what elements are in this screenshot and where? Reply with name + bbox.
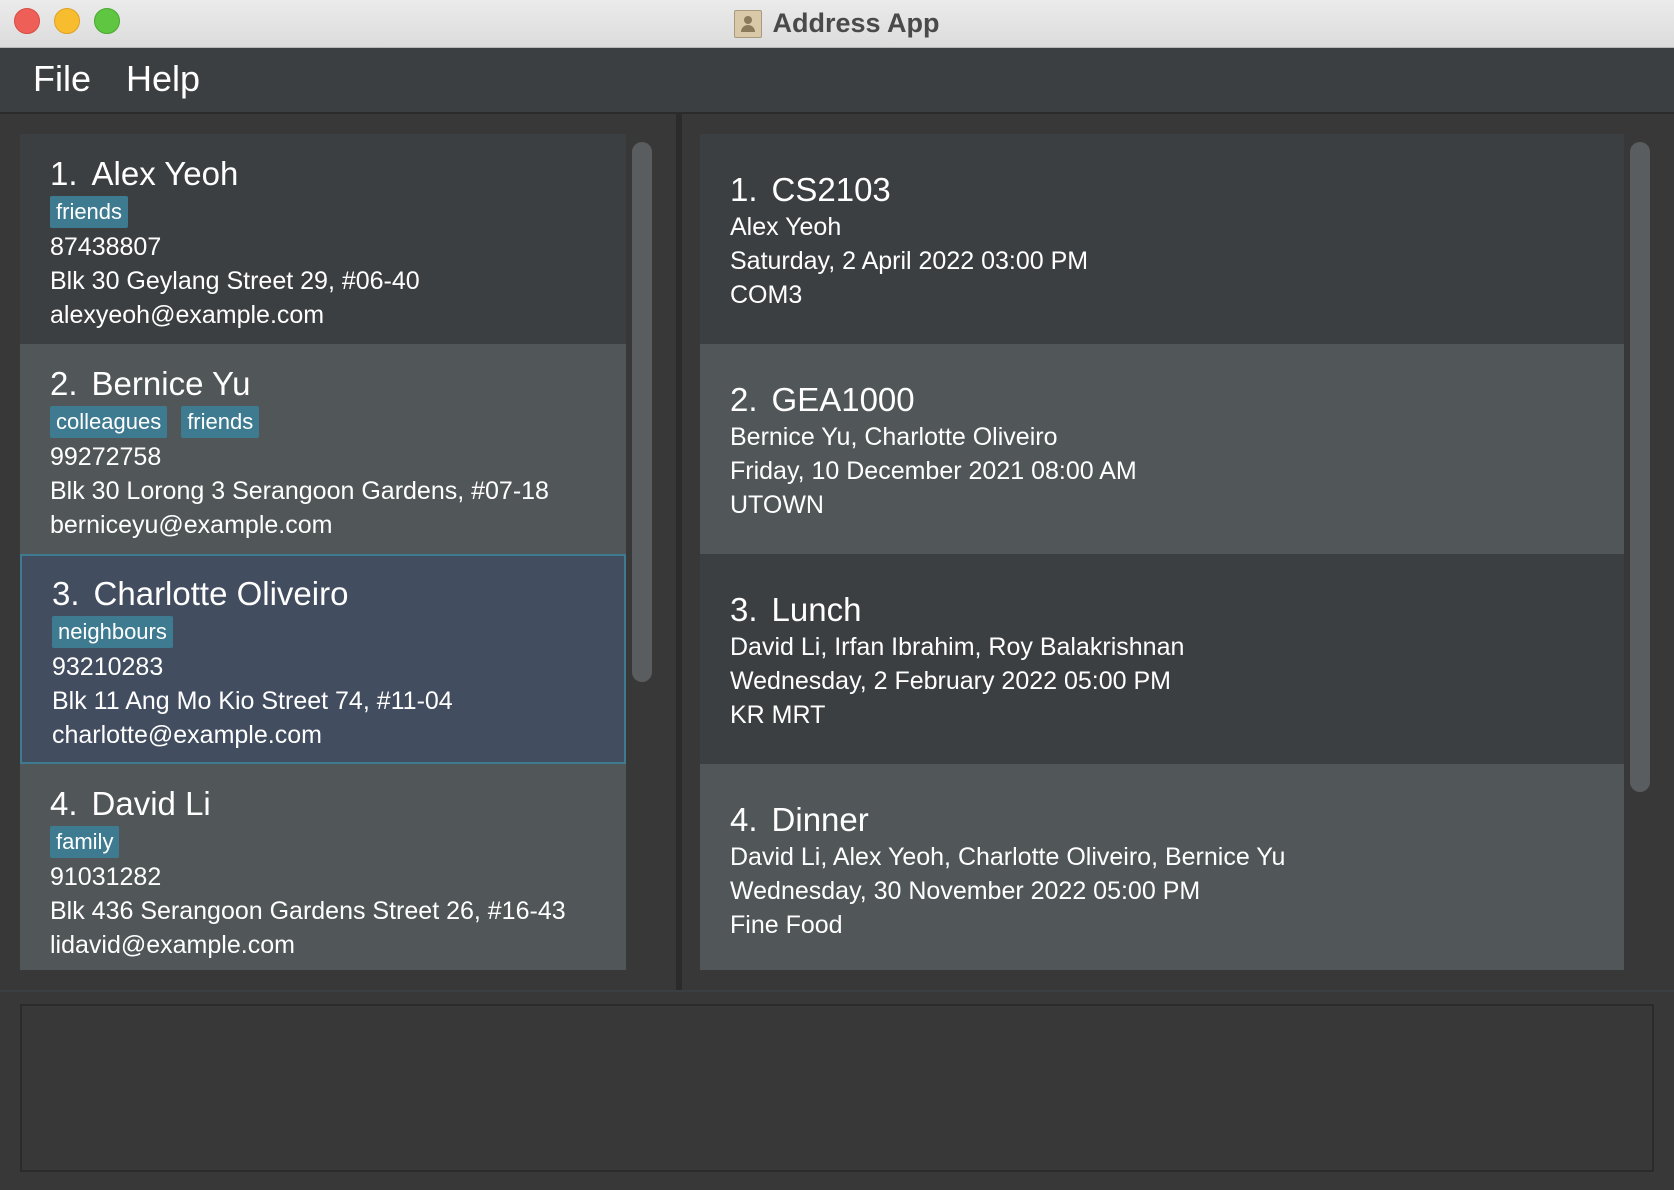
event-datetime: Friday, 10 December 2021 08:00 AM (730, 457, 1137, 485)
event-list[interactable]: 1. CS2103 Alex Yeoh Saturday, 2 April 202… (700, 134, 1624, 970)
event-datetime: Saturday, 2 April 2022 03:00 PM (730, 247, 1089, 275)
person-email: berniceyu@example.com (50, 511, 333, 539)
event-card[interactable]: 1. CS2103 Alex Yeoh Saturday, 2 April 202… (700, 134, 1624, 344)
event-location: UTOWN (730, 491, 824, 519)
result-panel (0, 992, 1674, 1190)
person-index: 4. (50, 785, 78, 822)
event-participants: David Li, Alex Yeoh, Charlotte Oliveiro,… (730, 843, 1286, 871)
event-location: Fine Food (730, 911, 843, 939)
event-list-scroll-thumb[interactable] (1630, 142, 1650, 792)
address-book-icon (734, 9, 763, 38)
person-card[interactable]: 1. Alex Yeoh friends 87438807 Blk 30 Geyl… (20, 134, 626, 344)
person-list-panel: 1. Alex Yeoh friends 87438807 Blk 30 Geyl… (0, 114, 676, 990)
event-location: COM3 (730, 281, 803, 309)
person-tag: friends (181, 406, 260, 438)
event-index: 1. (730, 171, 758, 208)
person-name: Alex Yeoh (91, 155, 239, 192)
event-card[interactable]: 3. Lunch David Li, Irfan Ibrahim, Roy Bal… (700, 554, 1624, 764)
event-title: Dinner (771, 801, 869, 838)
event-index: 4. (730, 801, 758, 838)
person-phone: 91031282 (50, 863, 162, 891)
person-index: 2. (50, 365, 78, 402)
event-participants: Alex Yeoh (730, 213, 842, 241)
event-list-panel: 1. CS2103 Alex Yeoh Saturday, 2 April 202… (682, 114, 1674, 990)
person-phone: 99272758 (50, 443, 162, 471)
menu-help[interactable]: Help (126, 58, 200, 100)
result-display[interactable] (20, 1004, 1654, 1172)
person-index: 1. (50, 155, 78, 192)
event-card[interactable]: 2. GEA1000 Bernice Yu, Charlotte Oliveiro… (700, 344, 1624, 554)
window-title: Address App (772, 8, 940, 38)
person-name: Bernice Yu (91, 365, 251, 402)
event-datetime: Wednesday, 30 November 2022 05:00 PM (730, 877, 1201, 905)
event-list-scrollbar[interactable] (1630, 142, 1650, 792)
event-participants: David Li, Irfan Ibrahim, Roy Balakrishna… (730, 633, 1185, 661)
person-card[interactable]: 4. David Li family 91031282 Blk 436 Seran… (20, 764, 626, 970)
event-index: 3. (730, 591, 758, 628)
person-list[interactable]: 1. Alex Yeoh friends 87438807 Blk 30 Geyl… (20, 134, 626, 970)
event-datetime: Wednesday, 2 February 2022 05:00 PM (730, 667, 1172, 695)
person-tag: friends (50, 196, 129, 228)
person-address: Blk 11 Ang Mo Kio Street 74, #11-04 (52, 687, 453, 715)
person-card-selected[interactable]: 3. Charlotte Oliveiro neighbours 93210283… (20, 554, 626, 764)
person-phone: 93210283 (52, 653, 164, 681)
event-title: Lunch (771, 591, 862, 628)
person-tag: neighbours (52, 616, 173, 648)
person-index: 3. (52, 575, 80, 612)
person-address: Blk 30 Lorong 3 Serangoon Gardens, #07-1… (50, 477, 549, 505)
event-title: CS2103 (771, 171, 891, 208)
event-title: GEA1000 (771, 381, 915, 418)
person-name: David Li (91, 785, 211, 822)
person-tag: colleagues (50, 406, 168, 438)
event-participants: Bernice Yu, Charlotte Oliveiro (730, 423, 1058, 451)
event-index: 2. (730, 381, 758, 418)
person-address: Blk 30 Geylang Street 29, #06-40 (50, 267, 420, 295)
person-name: Charlotte Oliveiro (93, 575, 349, 612)
menu-file[interactable]: File (33, 58, 91, 100)
window-title-group: Address App (0, 0, 1674, 47)
person-email: charlotte@example.com (52, 721, 322, 749)
person-list-scroll-thumb[interactable] (632, 142, 652, 682)
person-tag: family (50, 826, 120, 858)
person-card[interactable]: 2. Bernice Yu colleagues friends 99272758… (20, 344, 626, 554)
title-bar: Address App (0, 0, 1674, 48)
person-email: lidavid@example.com (50, 931, 295, 959)
person-address: Blk 436 Serangoon Gardens Street 26, #16… (50, 897, 566, 925)
person-phone: 87438807 (50, 233, 162, 261)
person-email: alexyeoh@example.com (50, 301, 325, 329)
person-list-scrollbar[interactable] (632, 142, 652, 682)
event-location: KR MRT (730, 701, 826, 729)
menu-bar: File Help (0, 48, 1674, 114)
event-card[interactable]: 4. Dinner David Li, Alex Yeoh, Charlotte … (700, 764, 1624, 970)
